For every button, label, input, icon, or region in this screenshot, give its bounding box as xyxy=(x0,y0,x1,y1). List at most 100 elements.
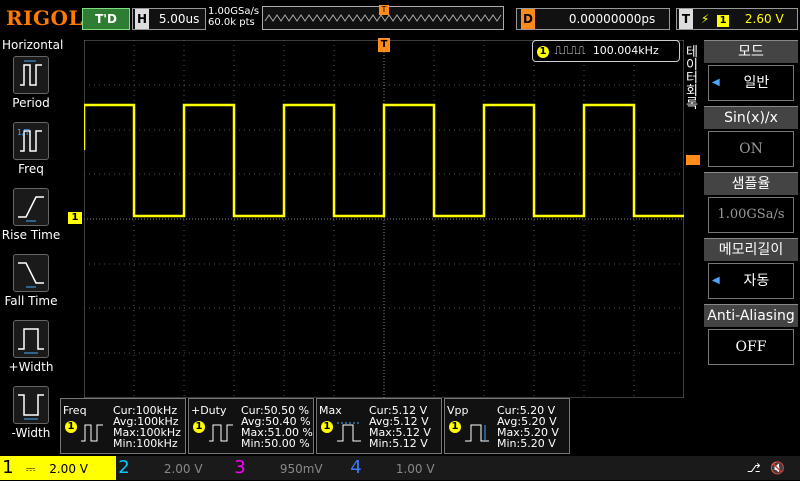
left-measure-menu: Horizontal Period 1/T Freq Rise Time Fal… xyxy=(0,36,64,456)
ch1-offset-marker[interactable]: 1 xyxy=(68,212,82,224)
ch4-number: 4 xyxy=(350,457,362,478)
meas-name: +Duty xyxy=(191,404,227,417)
meas-name: Max xyxy=(319,404,342,417)
meas-channel-badge: 1 xyxy=(449,421,461,433)
pos-width-label: +Width xyxy=(8,360,54,374)
trigger-source-badge: 1 xyxy=(717,15,730,27)
freq-icon xyxy=(81,424,103,442)
meas-values: Cur:100kHz Avg:100kHz Max:100kHz Min:100… xyxy=(113,405,181,449)
left-arrow-icon: ◀ xyxy=(712,77,720,88)
rise-time-label: Rise Time xyxy=(1,228,61,242)
anti-aliasing-title: Anti-Aliasing xyxy=(704,304,798,327)
speaker-mute-icon: 🔇 xyxy=(770,461,786,475)
run-status-badge[interactable]: T'D xyxy=(82,8,130,30)
data-record-tab[interactable]: 테이터회록 xyxy=(686,46,702,111)
meas-values: Cur:5.12 V Avg:5.12 V Max:5.12 V Min:5.1… xyxy=(369,405,431,449)
timebase-indicator[interactable]: H 5.00us xyxy=(132,8,206,30)
anti-aliasing-value: OFF xyxy=(735,339,767,355)
neg-width-label: -Width xyxy=(11,426,51,440)
anti-aliasing-value-box[interactable]: OFF xyxy=(708,329,794,365)
sinx-title: Sin(x)/x xyxy=(704,106,798,129)
duty-icon xyxy=(209,424,233,442)
delay-indicator[interactable]: D 0.00000000ps xyxy=(516,8,670,30)
measure-period-button[interactable]: Period xyxy=(0,56,62,110)
ch1-number: 1 xyxy=(2,457,14,478)
sample-info: 1.00GSa/s 60.0k pts xyxy=(208,6,259,28)
measure-neg-width-button[interactable]: -Width xyxy=(0,386,62,440)
ch2-scale: 2.00 V xyxy=(163,462,203,476)
waveform-grid xyxy=(82,39,685,399)
sinx-value: ON xyxy=(739,141,763,157)
fall-time-icon xyxy=(13,254,49,292)
measure-freq-button[interactable]: 1/T Freq xyxy=(0,122,62,176)
trigger-position-marker[interactable]: T xyxy=(378,38,390,52)
sample-rate-value-box[interactable]: 1.00GSa/s xyxy=(708,197,794,233)
neg-width-icon xyxy=(13,386,49,424)
menu-sample-rate[interactable]: 샘플율 1.00GSa/s xyxy=(704,172,798,237)
meas-min: Min:5.20 V xyxy=(497,437,556,450)
vpp-icon xyxy=(465,424,489,442)
mode-title: 모드 xyxy=(704,40,798,63)
freq-label: Freq xyxy=(18,162,44,176)
menu-sinx[interactable]: Sin(x)/x ON xyxy=(704,106,798,171)
period-icon xyxy=(13,56,49,94)
menu-memory-depth[interactable]: 메모리길이 ◀ 자동 xyxy=(704,238,798,303)
mode-value-box[interactable]: ◀ 일반 xyxy=(708,65,794,101)
meas-channel-badge: 1 xyxy=(193,421,205,433)
measurement-freq[interactable]: Freq 1 Cur:100kHz Avg:100kHz Max:100kHz … xyxy=(60,398,186,454)
meas-name: Vpp xyxy=(447,404,469,417)
frequency-counter: 1 ⎍⎍⎍⎍ 100.004kHz xyxy=(532,40,680,62)
period-label: Period xyxy=(12,96,50,110)
delay-label: D xyxy=(521,9,535,29)
sinx-value-box[interactable]: ON xyxy=(708,131,794,167)
rise-time-icon xyxy=(13,188,49,226)
meas-channel-badge: 1 xyxy=(65,421,77,433)
measure-pos-width-button[interactable]: +Width xyxy=(0,320,62,374)
measure-fall-time-button[interactable]: Fall Time xyxy=(0,254,62,308)
meas-min: Min:50.00 % xyxy=(241,437,310,450)
brand-logo: RIGOL xyxy=(6,6,84,30)
trigger-level: 2.60 V xyxy=(744,12,784,26)
ch3-number: 3 xyxy=(234,457,246,478)
sample-rate: 1.00GSa/s xyxy=(208,6,260,17)
trigger-label: T xyxy=(679,9,693,29)
waveform-display[interactable]: T 1 ⎍⎍⎍⎍ 100.004kHz xyxy=(82,38,685,399)
rising-edge-icon: ⚡ xyxy=(700,12,710,26)
usb-sound-status: ⎇ 🔇 xyxy=(736,456,796,480)
trigger-indicator[interactable]: T ⚡ 1 2.60 V xyxy=(676,8,798,30)
measurement-vpp[interactable]: Vpp 1 Cur:5.20 V Avg:5.20 V Max:5.20 V M… xyxy=(444,398,570,454)
counter-channel-badge: 1 xyxy=(537,46,549,58)
menu-mode[interactable]: 모드 ◀ 일반 xyxy=(704,40,798,105)
channel-1-tab[interactable]: 1 ⎓ 2.00 V xyxy=(0,456,116,480)
menu-title: Horizontal xyxy=(2,38,64,52)
memory-map-bar: T xyxy=(262,5,504,30)
meas-min: Min:100kHz xyxy=(113,437,178,450)
meas-name: Freq xyxy=(63,404,87,417)
freq-icon: 1/T xyxy=(13,122,49,160)
top-status-bar: RIGOL T'D H 5.00us 1.00GSa/s 60.0k pts T… xyxy=(0,0,800,36)
memory-depth-value-box[interactable]: ◀ 자동 xyxy=(708,263,794,299)
counter-value: 100.004kHz xyxy=(592,44,659,57)
memory-depth-value: 자동 xyxy=(743,273,770,289)
sample-rate-title: 샘플율 xyxy=(704,172,798,195)
ch1-scale: 2.00 V xyxy=(49,462,88,476)
mode-value: 일반 xyxy=(743,75,770,91)
dc-coupling-icon: ⎓ xyxy=(25,462,36,476)
memory-depth-title: 메모리길이 xyxy=(704,238,798,261)
meas-channel-badge: 1 xyxy=(321,421,333,433)
menu-anti-aliasing[interactable]: Anti-Aliasing OFF xyxy=(704,304,798,369)
sample-rate-value: 1.00GSa/s xyxy=(717,207,785,222)
measurement-max[interactable]: Max 1 Cur:5.12 V Avg:5.12 V Max:5.12 V M… xyxy=(316,398,442,454)
timebase-value: 5.00us xyxy=(158,12,200,26)
meas-min: Min:5.12 V xyxy=(369,437,428,450)
fall-time-label: Fall Time xyxy=(4,294,58,308)
channel-4-tab[interactable]: 4 1.00 V xyxy=(348,456,464,480)
measure-rise-time-button[interactable]: Rise Time xyxy=(0,188,62,242)
measurement-duty[interactable]: +Duty 1 Cur:50.50 % Avg:50.40 % Max:51.0… xyxy=(188,398,314,454)
channel-3-tab[interactable]: 3 950mV xyxy=(232,456,348,480)
channel-2-tab[interactable]: 2 2.00 V xyxy=(116,456,232,480)
memory-trigger-marker: T xyxy=(379,5,389,15)
horizontal-label: H xyxy=(135,9,149,29)
trigger-level-marker[interactable] xyxy=(686,155,700,165)
meas-values: Cur:50.50 % Avg:50.40 % Max:51.00 % Min:… xyxy=(241,405,313,449)
